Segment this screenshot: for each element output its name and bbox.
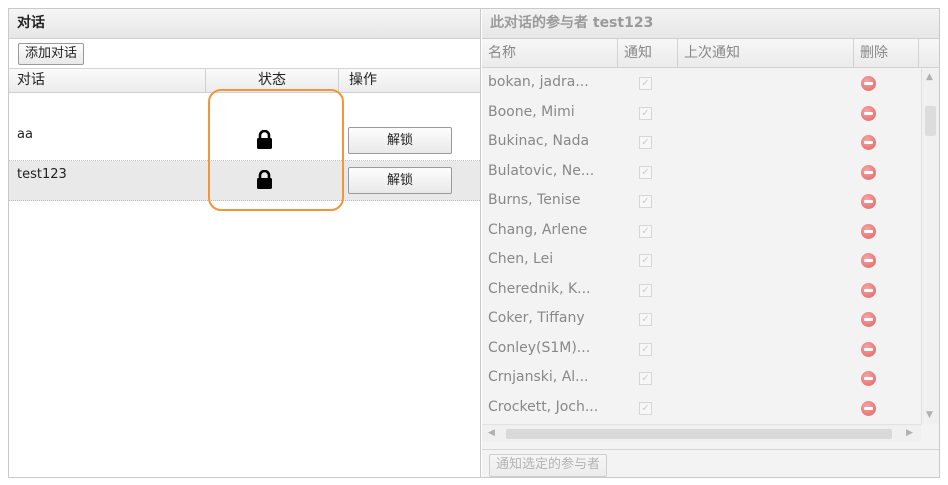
participant-row[interactable]: Conley(S1M)... ✓ — [482, 335, 919, 365]
conversation-manager: 对话 添加对话 对话 状态 操作 aa 解锁 test123 解锁 此对话的参与… — [8, 8, 940, 478]
add-conversation-button[interactable]: 添加对话 — [18, 43, 85, 65]
conversation-toolbar: 添加对话 — [9, 39, 480, 69]
participant-name: Boone, Mimi — [488, 103, 575, 120]
participant-name: Bukinac, Nada — [488, 133, 590, 149]
status-highlight-annotation — [208, 89, 344, 211]
scroll-up-icon[interactable]: ▲ — [926, 72, 933, 82]
horizontal-scrollbar[interactable]: ◀ ▶ — [482, 424, 921, 442]
scroll-down-icon[interactable]: ▼ — [926, 410, 933, 420]
conversation-panel-title: 对话 — [9, 9, 480, 39]
delete-icon[interactable] — [861, 341, 876, 357]
column-header-conversation[interactable]: 对话 — [9, 69, 206, 93]
participant-name: bokan, jadra... — [488, 74, 589, 90]
notify-checkbox[interactable]: ✓ — [639, 136, 652, 149]
notify-checkbox[interactable]: ✓ — [639, 224, 652, 238]
participant-name: Conley(S1M)... — [488, 339, 591, 356]
participants-grid-header: 名称 通知 上次通知 删除 — [482, 39, 939, 68]
vertical-scrollbar[interactable]: ▲ ▼ — [921, 69, 939, 424]
notify-selected-button[interactable]: 通知选定的参与者 — [489, 454, 608, 477]
participant-name: Crnjanski, Al... — [488, 369, 589, 385]
column-header-last-notify[interactable]: 上次通知 — [678, 39, 854, 68]
notify-checkbox[interactable]: ✓ — [639, 165, 652, 179]
unlock-button[interactable]: 解锁 — [348, 127, 452, 154]
delete-icon[interactable] — [861, 312, 876, 327]
column-header-delete[interactable]: 删除 — [854, 39, 919, 68]
participant-name: Chang, Arlene — [488, 221, 588, 238]
participant-name: Crockett, Joch... — [488, 398, 599, 415]
delete-icon[interactable] — [861, 371, 876, 386]
column-header-action[interactable]: 操作 — [339, 69, 480, 93]
delete-icon[interactable] — [861, 400, 876, 416]
participant-name: Chen, Lei — [488, 251, 554, 267]
participants-footer: 通知选定的参与者 — [482, 449, 939, 477]
participant-name: Burns, Tenise — [488, 192, 581, 208]
column-header-notify[interactable]: 通知 — [618, 39, 678, 68]
participant-row[interactable]: Cherednik, K... ✓ — [482, 276, 919, 306]
notify-checkbox[interactable]: ✓ — [639, 283, 652, 297]
participant-row[interactable]: Chen, Lei ✓ — [482, 246, 919, 276]
participant-row[interactable]: Crockett, Joch... ✓ — [482, 394, 919, 424]
notify-checkbox[interactable]: ✓ — [639, 401, 652, 415]
delete-icon[interactable] — [861, 164, 876, 180]
conversation-panel: 对话 添加对话 对话 状态 操作 aa 解锁 test123 解锁 — [9, 9, 481, 477]
notify-checkbox[interactable]: ✓ — [639, 77, 652, 90]
participants-panel: 此对话的参与者 test123 名称 通知 上次通知 删除 bokan, jad… — [482, 9, 939, 477]
participant-row[interactable]: Bulatovic, Ne... ✓ — [482, 158, 919, 188]
participant-name: Bulatovic, Ne... — [488, 162, 595, 179]
unlock-button[interactable]: 解锁 — [348, 167, 452, 194]
delete-icon[interactable] — [861, 135, 876, 150]
notify-checkbox[interactable]: ✓ — [639, 195, 652, 208]
notify-checkbox[interactable]: ✓ — [639, 254, 652, 267]
notify-checkbox[interactable]: ✓ — [639, 106, 652, 120]
participants-list: bokan, jadra... ✓ Boone, Mimi ✓ Bukinac, Nad… — [482, 69, 919, 424]
delete-icon[interactable] — [861, 194, 876, 209]
participant-row[interactable]: Bukinac, Nada ✓ — [482, 128, 919, 158]
participant-name: Coker, Tiffany — [488, 310, 585, 326]
vertical-scroll-thumb[interactable] — [925, 106, 936, 136]
participants-panel-title: 此对话的参与者 test123 — [482, 9, 939, 39]
conversation-name: test123 — [17, 167, 67, 182]
participant-row[interactable]: Chang, Arlene ✓ — [482, 217, 919, 247]
participant-row[interactable]: Burns, Tenise ✓ — [482, 187, 919, 217]
notify-checkbox[interactable]: ✓ — [639, 372, 652, 385]
delete-icon[interactable] — [861, 282, 876, 298]
column-header-name[interactable]: 名称 — [482, 39, 618, 68]
participant-row[interactable]: Coker, Tiffany ✓ — [482, 305, 919, 335]
conversation-name: aa — [17, 127, 33, 142]
scroll-right-icon[interactable]: ▶ — [906, 428, 913, 438]
notify-checkbox[interactable]: ✓ — [639, 342, 652, 356]
participant-row[interactable]: bokan, jadra... ✓ — [482, 69, 919, 99]
notify-checkbox[interactable]: ✓ — [639, 313, 652, 326]
scroll-left-icon[interactable]: ◀ — [488, 428, 495, 438]
delete-icon[interactable] — [861, 76, 876, 91]
delete-icon[interactable] — [861, 105, 876, 121]
delete-icon[interactable] — [861, 253, 876, 268]
participant-name: Cherednik, K... — [488, 280, 591, 297]
participant-row[interactable]: Boone, Mimi ✓ — [482, 99, 919, 129]
delete-icon[interactable] — [861, 223, 876, 239]
horizontal-scroll-thumb[interactable] — [506, 429, 892, 439]
participant-row[interactable]: Crnjanski, Al... ✓ — [482, 364, 919, 394]
